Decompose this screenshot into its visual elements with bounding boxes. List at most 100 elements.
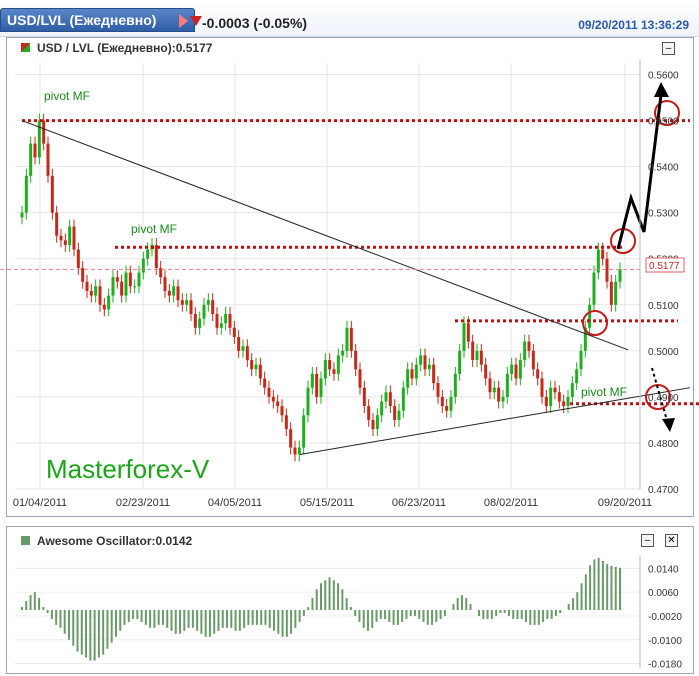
candle (345, 327, 349, 351)
candle (432, 364, 436, 384)
candle (120, 281, 124, 296)
candle (397, 410, 401, 420)
candle (42, 120, 46, 144)
candle (315, 373, 319, 397)
candle (475, 350, 479, 361)
candle (501, 396, 505, 402)
x-tick-label: 01/04/2011 (13, 497, 67, 509)
candle (384, 392, 388, 402)
candle (185, 300, 189, 305)
last-price-label: 0.5177 (649, 261, 680, 272)
x-tick-label: 05/15/2011 (300, 497, 354, 509)
candle (341, 350, 345, 356)
candle (367, 406, 371, 420)
candle (276, 401, 280, 407)
candle (280, 406, 284, 416)
candle (436, 383, 440, 397)
candle (193, 313, 197, 328)
candle (518, 360, 522, 379)
candle (605, 258, 609, 282)
candle (354, 350, 358, 370)
candle (176, 286, 180, 301)
candle (115, 277, 119, 282)
candle (419, 355, 423, 365)
candle (406, 369, 410, 388)
candle (258, 364, 262, 379)
candle (466, 323, 470, 342)
candle (375, 415, 379, 430)
pivot-label-1: pivot MF (44, 89, 90, 103)
candle (557, 392, 561, 402)
candle (479, 350, 483, 365)
candle (531, 350, 535, 370)
candle (55, 212, 59, 236)
candle (63, 240, 67, 245)
candle (206, 300, 210, 305)
candle (137, 272, 141, 287)
candle (328, 360, 332, 370)
candle (609, 281, 613, 305)
x-tick-label: 09/20/2011 (598, 497, 652, 509)
candle (245, 346, 249, 361)
candle (59, 235, 63, 241)
candle (263, 378, 267, 388)
pivot-label-3: pivot MF (581, 385, 627, 399)
candle (449, 396, 453, 411)
candle (523, 341, 527, 361)
candle (540, 378, 544, 397)
candle (410, 369, 414, 379)
candle (111, 277, 115, 296)
x-tick-label: 02/23/2011 (116, 497, 170, 509)
candle (614, 281, 618, 305)
candle (89, 290, 93, 296)
candle (271, 396, 275, 402)
candle (549, 387, 553, 407)
watermark: Masterforex-V (46, 454, 210, 484)
candle (267, 387, 271, 397)
candle (453, 373, 457, 397)
candle (46, 143, 50, 176)
candle (302, 415, 306, 448)
candle (102, 304, 106, 310)
candle (388, 392, 392, 407)
support-trendline (299, 387, 691, 455)
candle (167, 290, 171, 296)
highlight-circle (582, 310, 608, 336)
candle (471, 341, 475, 361)
candle (401, 387, 405, 411)
candle (141, 258, 145, 273)
candle (588, 304, 592, 328)
candle (306, 387, 310, 416)
candle (393, 406, 397, 420)
candle (146, 249, 150, 259)
candle (232, 327, 236, 338)
candle (98, 286, 102, 305)
candle (488, 378, 492, 393)
candle (289, 429, 293, 448)
candle (50, 175, 54, 213)
candle (601, 249, 605, 259)
candle (68, 226, 72, 245)
forecast-down-arrowhead (662, 418, 675, 432)
y-tick-label: 0.5300 (648, 209, 679, 220)
candle (228, 313, 232, 328)
candle (180, 300, 184, 305)
candle (570, 383, 574, 397)
candle (440, 396, 444, 407)
candle (250, 360, 254, 370)
candle (319, 378, 323, 397)
candle (575, 369, 579, 384)
candle (128, 272, 132, 287)
y-tick-label: 0.4900 (648, 393, 679, 404)
y-tick-label: 0.4800 (648, 439, 679, 450)
y-tick-label: 0.5400 (648, 163, 679, 174)
forecast-up-arrowhead (654, 82, 669, 97)
candle (566, 396, 570, 407)
candle (85, 281, 89, 291)
candle (510, 364, 514, 374)
candle (20, 212, 24, 218)
osc-y-tick-label: -0.0100 (648, 636, 682, 647)
candle (497, 387, 501, 402)
candle (332, 369, 336, 374)
candle (553, 387, 557, 393)
